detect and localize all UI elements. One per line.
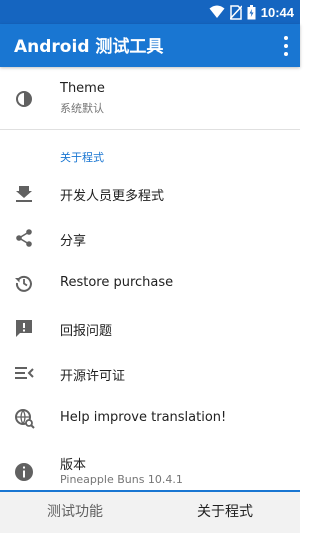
overflow-dot-icon xyxy=(284,36,288,40)
settings-list: Theme 系统默认 关于程式 开发人员更多程式 分享 Restore purc… xyxy=(0,67,300,490)
version-item[interactable]: 版本 Pineapple Buns 10.4.1 xyxy=(0,443,300,489)
status-bar: 10:44 xyxy=(0,0,300,24)
tab-about[interactable]: 关于程式 xyxy=(150,492,300,533)
theme-setting[interactable]: Theme 系统默认 xyxy=(0,67,300,127)
feedback-icon xyxy=(16,320,32,337)
overflow-dot-icon xyxy=(284,44,288,48)
license-icon xyxy=(15,367,34,379)
status-time: 10:44 xyxy=(260,4,294,20)
tab-test-features[interactable]: 测试功能 xyxy=(0,492,150,533)
overflow-menu-button[interactable] xyxy=(282,36,290,56)
help-translate-item[interactable]: Help improve translation! xyxy=(0,396,300,440)
report-issue-label: 回报问题 xyxy=(60,324,113,339)
restore-icon xyxy=(15,275,32,292)
translate-search-icon xyxy=(15,409,35,429)
status-icons: 10:44 xyxy=(209,3,294,21)
share-icon xyxy=(16,229,32,247)
divider xyxy=(0,129,300,130)
theme-contrast-icon xyxy=(16,91,32,107)
restore-purchase-label: Restore purchase xyxy=(60,275,174,290)
version-title: 版本 xyxy=(60,458,87,473)
bottom-navigation: 测试功能 关于程式 xyxy=(0,492,300,533)
report-issue-item[interactable]: 回报问题 xyxy=(0,306,300,350)
app-bar: Android 测试工具 xyxy=(0,24,300,67)
share-label: 分享 xyxy=(60,234,87,249)
theme-value: 系统默认 xyxy=(60,102,104,115)
no-sim-icon xyxy=(229,4,242,20)
download-icon xyxy=(16,186,32,202)
theme-title: Theme xyxy=(60,81,105,96)
more-apps-label: 开发人员更多程式 xyxy=(60,189,165,204)
overflow-dot-icon xyxy=(284,52,288,56)
open-source-licenses-label: 开源许可证 xyxy=(60,369,126,384)
about-section-header: 关于程式 xyxy=(60,151,104,164)
share-item[interactable]: 分享 xyxy=(0,216,300,260)
more-apps-item[interactable]: 开发人员更多程式 xyxy=(0,171,300,215)
help-translate-label: Help improve translation! xyxy=(60,410,227,425)
version-value: Pineapple Buns 10.4.1 xyxy=(60,473,183,486)
open-source-licenses-item[interactable]: 开源许可证 xyxy=(0,351,300,395)
app-title: Android 测试工具 xyxy=(14,37,164,57)
restore-purchase-item[interactable]: Restore purchase xyxy=(0,261,300,305)
battery-icon xyxy=(247,4,256,19)
wifi-icon xyxy=(209,5,225,18)
info-icon xyxy=(15,463,33,481)
